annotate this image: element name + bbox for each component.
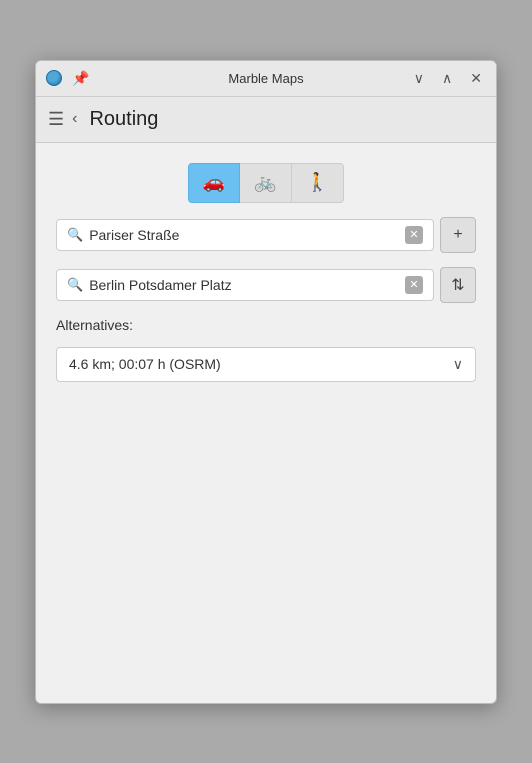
transport-walk-button[interactable]: 🚶 bbox=[292, 163, 344, 203]
chevron-down-icon: ∨ bbox=[453, 356, 463, 373]
hamburger-menu-button[interactable]: ☰ bbox=[48, 109, 64, 130]
origin-row: 🔍 ✕ + bbox=[56, 217, 476, 253]
destination-input-wrapper: 🔍 ✕ bbox=[56, 269, 434, 301]
search-icon-destination: 🔍 bbox=[67, 277, 83, 293]
alternatives-label: Alternatives: bbox=[56, 317, 476, 333]
alternatives-selected-value: 4.6 km; 00:07 h (OSRM) bbox=[69, 356, 221, 372]
alternatives-section: Alternatives: bbox=[56, 317, 476, 333]
destination-row: 🔍 ✕ ⇅ bbox=[56, 267, 476, 303]
maximize-button[interactable]: ∧ bbox=[438, 69, 456, 87]
titlebar-right-icons: ∨ ∧ ✕ bbox=[410, 69, 486, 87]
add-waypoint-button[interactable]: + bbox=[440, 217, 476, 253]
transport-car-button[interactable]: 🚗 bbox=[188, 163, 240, 203]
close-button[interactable]: ✕ bbox=[466, 69, 486, 87]
origin-input[interactable] bbox=[89, 227, 399, 243]
main-content: 🚗 🚲 🚶 🔍 ✕ + 🔍 ✕ ⇅ Alternatives: bbox=[36, 143, 496, 703]
transport-bike-button[interactable]: 🚲 bbox=[240, 163, 292, 203]
globe-icon bbox=[46, 70, 62, 86]
destination-input[interactable] bbox=[89, 277, 399, 293]
pin-button[interactable]: 📌 bbox=[68, 69, 93, 87]
toolbar: ☰ ‹ Routing bbox=[36, 97, 496, 143]
transport-mode-selector: 🚗 🚲 🚶 bbox=[56, 163, 476, 203]
minimize-button[interactable]: ∨ bbox=[410, 69, 428, 87]
app-window: 📌 Marble Maps ∨ ∧ ✕ ☰ ‹ Routing 🚗 🚲 🚶 🔍 … bbox=[35, 60, 497, 704]
clear-origin-button[interactable]: ✕ bbox=[405, 226, 423, 244]
window-title: Marble Maps bbox=[228, 71, 303, 86]
origin-input-wrapper: 🔍 ✕ bbox=[56, 219, 434, 251]
page-title: Routing bbox=[89, 108, 158, 131]
alternatives-dropdown[interactable]: 4.6 km; 00:07 h (OSRM) ∨ bbox=[56, 347, 476, 382]
swap-waypoints-button[interactable]: ⇅ bbox=[440, 267, 476, 303]
back-button[interactable]: ‹ bbox=[72, 110, 77, 128]
titlebar: 📌 Marble Maps ∨ ∧ ✕ bbox=[36, 61, 496, 97]
titlebar-left-icons: 📌 bbox=[46, 69, 93, 87]
clear-destination-button[interactable]: ✕ bbox=[405, 276, 423, 294]
search-icon-origin: 🔍 bbox=[67, 227, 83, 243]
